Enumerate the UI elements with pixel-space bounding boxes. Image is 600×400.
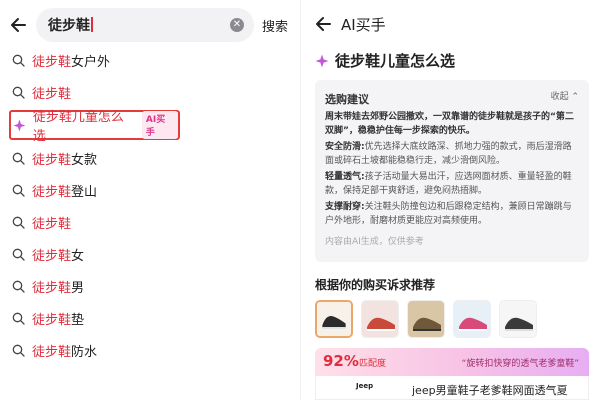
search-icon xyxy=(12,152,25,165)
suggestion-highlight: 徒步鞋 xyxy=(32,344,72,360)
search-icon xyxy=(12,184,25,197)
text-caret xyxy=(91,17,93,32)
collapse-button[interactable]: 收起 ⌃ xyxy=(551,89,579,102)
product-name: jeep男童鞋子老爹鞋网面透气夏 xyxy=(412,384,568,397)
suggestion-rest: 登山 xyxy=(71,184,98,200)
ai-disclaimer: 内容由AI生成，仅供参考 xyxy=(325,237,424,247)
suggestion-rest: 垫 xyxy=(71,312,85,328)
suggestion-highlight: 徒步鞋 xyxy=(32,54,72,70)
ai-panel-header: AI买手 xyxy=(301,10,600,38)
search-icon xyxy=(12,344,25,357)
suggestion-item[interactable]: 徒步鞋 xyxy=(0,206,300,238)
ai-suggestion-item[interactable]: 徒步鞋儿童怎么选 AI买手 xyxy=(9,110,180,144)
search-bar: 徒步鞋 ✕ 搜索 xyxy=(0,8,300,42)
search-icon xyxy=(12,280,25,293)
suggestion-item[interactable]: 徒步鞋 xyxy=(0,76,300,108)
ai-suggestion-text: 徒步鞋儿童怎么选 xyxy=(32,110,124,144)
search-icon xyxy=(12,86,25,99)
ai-shopper-panel: AI买手 徒步鞋儿童怎么选 选购建议 收起 ⌃ 周末带娃去郊野公园撒欢，一双靠谱… xyxy=(300,0,600,400)
advice-point-label: 安全防滑: xyxy=(325,142,365,152)
shoe-image xyxy=(408,301,444,337)
advice-point: 轻量透气:孩子活动量大易出汗，应选网面材质、重量轻盈的鞋款，保持足部干爽舒适，避… xyxy=(325,170,579,198)
search-icon xyxy=(12,248,25,261)
chevron-up-icon: ⌃ xyxy=(571,92,579,102)
shoe-image xyxy=(362,301,398,337)
advice-point-label: 支撑耐穿: xyxy=(325,202,365,212)
shoe-image xyxy=(500,301,536,337)
search-icon xyxy=(12,312,25,325)
search-icon xyxy=(12,54,25,67)
suggestion-highlight: 徒步鞋 xyxy=(32,86,72,102)
ai-sparkle-icon xyxy=(315,54,329,67)
suggestion-highlight: 徒步鞋 xyxy=(32,184,72,200)
back-arrow-icon[interactable] xyxy=(10,16,28,34)
advice-header: 选购建议 收起 ⌃ xyxy=(325,88,579,106)
clear-circle-icon[interactable]: ✕ xyxy=(230,18,244,32)
suggestion-item[interactable]: 徒步鞋 女款 xyxy=(0,142,300,174)
search-query[interactable]: 徒步鞋 xyxy=(48,15,93,35)
match-tag: “旋转扣快穿的透气老爹童鞋” xyxy=(461,359,579,369)
match-score-bar: 92% 匹配度 “旋转扣快穿的透气老爹童鞋” xyxy=(315,348,589,376)
suggestion-highlight: 徒步鞋 xyxy=(32,248,72,264)
suggestion-item[interactable]: 徒步鞋女 xyxy=(0,238,300,270)
suggestion-highlight: 徒步鞋 xyxy=(32,280,72,296)
suggestion-rest: 男 xyxy=(71,280,85,296)
product-thumbnail[interactable] xyxy=(361,300,399,338)
search-suggestion-panel: 徒步鞋 ✕ 搜索 徒步鞋 女户外 徒步鞋 徒步鞋儿童怎么选 AI买手 徒步鞋 女款 … xyxy=(0,0,300,400)
suggestion-item[interactable]: 徒步鞋男 xyxy=(0,270,300,302)
advice-point-label: 轻量透气: xyxy=(325,172,365,182)
advice-point: 安全防滑:优先选择大底纹路深、抓地力强的款式，雨后湿滑路面或碎石土坡都能稳稳行走… xyxy=(325,140,579,168)
suggestion-rest: 女款 xyxy=(71,152,98,168)
advice-point: 支撑耐穿:关注鞋头防撞包边和后跟稳定结构，兼顾日常蹦跳与户外地形，耐磨材质更能应… xyxy=(325,200,579,228)
suggestion-rest: 女户外 xyxy=(71,54,111,70)
suggestion-item[interactable]: 徒步鞋 防水 xyxy=(0,334,300,366)
product-thumbnails xyxy=(315,300,537,338)
search-input[interactable]: 徒步鞋 ✕ xyxy=(36,8,254,42)
ai-sparkle-icon xyxy=(13,119,26,131)
match-label: 匹配度 xyxy=(359,359,387,369)
suggestion-item[interactable]: 徒步鞋 登山 xyxy=(0,174,300,206)
search-icon xyxy=(12,216,25,229)
shoe-image xyxy=(454,301,490,337)
suggestion-item[interactable]: 徒步鞋 女户外 xyxy=(0,44,300,76)
advice-card: 选购建议 收起 ⌃ 周末带娃去郊野公园撒欢，一双靠谱的徒步鞋就是孩子的“第二双脚… xyxy=(315,80,589,262)
product-thumbnail[interactable] xyxy=(499,300,537,338)
advice-title: 选购建议 xyxy=(325,93,369,106)
ai-question-title: 徒步鞋儿童怎么选 xyxy=(315,50,455,71)
product-thumbnail[interactable] xyxy=(453,300,491,338)
match-percent: 92% xyxy=(323,352,359,370)
recommend-title: 根据你的购买诉求推荐 xyxy=(315,278,436,292)
product-card[interactable]: Jeep jeep男童鞋子老爹鞋网面透气夏 xyxy=(315,376,589,400)
suggestion-item[interactable]: 徒步鞋垫 xyxy=(0,302,300,334)
suggestion-rest: 女 xyxy=(71,248,85,264)
search-button[interactable]: 搜索 xyxy=(262,16,288,35)
back-arrow-icon[interactable] xyxy=(315,15,333,33)
collapse-label: 收起 xyxy=(550,92,569,102)
product-thumbnail[interactable] xyxy=(315,300,353,338)
question-text: 徒步鞋儿童怎么选 xyxy=(335,52,456,70)
suggestion-highlight: 徒步鞋 xyxy=(32,216,72,232)
product-thumbnail[interactable] xyxy=(407,300,445,338)
suggestion-rest: 防水 xyxy=(71,344,98,360)
ai-shopper-badge: AI买手 xyxy=(141,111,178,139)
suggestion-highlight: 徒步鞋 xyxy=(32,312,72,328)
advice-lead: 周末带娃去郊野公园撒欢，一双靠谱的徒步鞋就是孩子的“第二双脚”，稳稳护住每一步探… xyxy=(325,112,574,136)
shoe-image xyxy=(317,302,351,336)
suggestion-list: 徒步鞋 女户外 徒步鞋 徒步鞋儿童怎么选 AI买手 徒步鞋 女款 徒步鞋 登山 徒步鞋… xyxy=(0,44,300,366)
brand-logo: Jeep xyxy=(356,382,374,390)
suggestion-highlight: 徒步鞋 xyxy=(32,152,72,168)
ai-panel-title: AI买手 xyxy=(341,16,386,34)
